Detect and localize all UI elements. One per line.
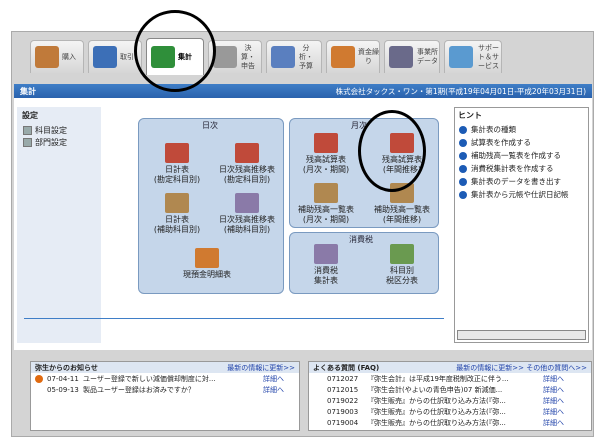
department-settings-link[interactable]: 部門設定 <box>23 136 101 148</box>
report-icon <box>235 193 259 213</box>
list-item: 05-09-13 製品ユーザー登録はお済みですか？ 詳細へ <box>47 385 284 395</box>
hint-panel: ヒント 集計表の種類 試算表を作成する 補助残高一覧表を作成する 消費税集計表を… <box>454 107 589 343</box>
report-icon <box>235 143 259 163</box>
closing-icon <box>213 46 237 68</box>
faq-title: よくある質問 (FAQ) <box>313 364 380 372</box>
report-icon <box>165 193 189 213</box>
daily-ledger-sub[interactable]: 日計表 (補助科目別) <box>144 193 210 235</box>
tab-purchase[interactable]: 購入 <box>30 40 84 73</box>
annotation-circle <box>358 110 426 192</box>
purchase-icon <box>35 46 59 68</box>
bullet-icon <box>459 125 467 134</box>
detail-link[interactable]: 詳細へ <box>263 374 284 384</box>
notice-refresh-link[interactable]: 最新の情報に更新>> <box>227 363 295 372</box>
bullet-icon <box>459 190 467 199</box>
folder-icon <box>23 137 32 147</box>
tab-summary[interactable]: 集計 <box>146 38 204 75</box>
list-item: 0719004 『弥生販売』からの仕訳取り込み方法(『弥... 詳細へ <box>327 418 564 428</box>
divider <box>24 318 444 319</box>
hint-scrollbar[interactable] <box>457 330 586 340</box>
report-icon <box>314 183 338 203</box>
bullet-icon <box>459 164 467 173</box>
hint-link[interactable]: 集計表の種類 <box>459 123 588 136</box>
page-title: 集計 <box>20 87 36 96</box>
tab-closing[interactable]: 決算・申告 <box>208 40 262 73</box>
report-icon <box>390 244 414 264</box>
hint-title: ヒント <box>458 111 482 120</box>
warning-icon <box>35 374 43 383</box>
report-icon <box>314 244 338 264</box>
consumption-tax-summary[interactable]: 消費税 集計表 <box>296 244 356 286</box>
list-item: 07-04-11 ユーザー登録で新しい減価償却制度に対... 詳細へ <box>31 373 299 384</box>
detail-link[interactable]: 詳細へ <box>543 407 564 417</box>
account-settings-link[interactable]: 科目設定 <box>23 124 101 136</box>
detail-link[interactable]: 詳細へ <box>543 385 564 395</box>
faq-panel: よくある質問 (FAQ) 最新の情報に更新>> その他の質問へ>> 0712027… <box>308 361 592 431</box>
main-content: 設定 科目設定 部門設定 日次 日計表 (勘定科目別) 日次残高推移表 (勘定科… <box>14 98 592 350</box>
header-band: 集計 株式会社タックス・ワン・第1期(平成19年04月01日-平成20年03月3… <box>14 84 592 98</box>
daily-ledger-account[interactable]: 日計表 (勘定科目別) <box>144 143 210 185</box>
list-item: 0712027 『弥生会計』は平成19年度税制改正に伴う... 詳細へ <box>327 374 564 384</box>
faq-more-link[interactable]: その他の質問へ>> <box>526 364 587 372</box>
hint-link[interactable]: 集計表から元帳や仕訳日記帳 <box>459 188 588 201</box>
cashflow-icon <box>331 46 355 68</box>
tab-office-data[interactable]: 事業所データ <box>384 40 440 73</box>
office-data-icon <box>389 46 413 68</box>
tab-analysis[interactable]: 分析・予算 <box>266 40 322 73</box>
settings-panel: 設定 科目設定 部門設定 <box>17 107 101 343</box>
bullet-icon <box>459 177 467 186</box>
tab-support[interactable]: サポート＆サービス <box>444 40 502 73</box>
detail-link[interactable]: 詳細へ <box>543 396 564 406</box>
folder-icon <box>23 125 32 135</box>
report-icon <box>195 248 219 268</box>
hint-link[interactable]: 消費税集計表を作成する <box>459 162 588 175</box>
settings-title: 設定 <box>22 111 38 120</box>
bullet-icon <box>459 151 467 160</box>
tab-cashflow[interactable]: 資金繰り <box>326 40 380 73</box>
daily-balance-account[interactable]: 日次残高推移表 (勘定科目別) <box>210 143 284 185</box>
tax-category-table[interactable]: 科目別 税区分表 <box>372 244 432 286</box>
detail-link[interactable]: 詳細へ <box>263 385 284 395</box>
list-item: 0719003 『弥生販売』からの仕訳取り込み方法(『弥... 詳細へ <box>327 407 564 417</box>
summary-icon <box>151 46 175 68</box>
support-icon <box>449 46 473 68</box>
detail-link[interactable]: 詳細へ <box>543 418 564 428</box>
daily-title: 日次 <box>202 121 218 130</box>
hint-link[interactable]: 補助残高一覧表を作成する <box>459 149 588 162</box>
notice-panel: 弥生からのお知らせ 最新の情報に更新>> 07-04-11 ユーザー登録で新しい減価… <box>30 361 300 431</box>
transactions-icon <box>93 46 117 68</box>
sub-balance-monthly[interactable]: 補助残高一覧表 (月次・期間) <box>291 183 361 225</box>
notice-title: 弥生からのお知らせ <box>35 364 98 372</box>
hint-link[interactable]: 試算表を作成する <box>459 136 588 149</box>
detail-link[interactable]: 詳細へ <box>543 374 564 384</box>
list-item: 0719022 『弥生販売』からの仕訳取り込み方法(『弥... 詳細へ <box>327 396 564 406</box>
bullet-icon <box>459 138 467 147</box>
trial-balance-monthly[interactable]: 残高試算表 (月次・期間) <box>291 133 361 175</box>
hint-link[interactable]: 集計表のデータを書き出す <box>459 175 588 188</box>
list-item: 0712015 『弥生会計(やよいの青色申告)07 新減価... 詳細へ <box>327 385 564 395</box>
company-period: 株式会社タックス・ワン・第1期(平成19年04月01日-平成20年03月31日) <box>335 87 586 96</box>
daily-balance-sub[interactable]: 日次残高推移表 (補助科目別) <box>210 193 284 235</box>
analysis-icon <box>271 46 295 68</box>
report-icon <box>165 143 189 163</box>
report-icon <box>314 133 338 153</box>
cash-detail-report[interactable]: 現預金明細表 <box>174 248 240 280</box>
faq-refresh-link[interactable]: 最新の情報に更新>> <box>456 364 524 372</box>
